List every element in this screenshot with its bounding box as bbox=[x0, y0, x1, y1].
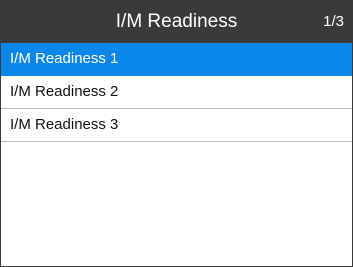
page-title: I/M Readiness bbox=[115, 11, 238, 32]
header-bar: I/M Readiness 1/3 bbox=[1, 1, 352, 43]
list-item-im-readiness-3[interactable]: I/M Readiness 3 bbox=[1, 109, 352, 142]
list-item-label: I/M Readiness 3 bbox=[10, 116, 119, 133]
list-item-label: I/M Readiness 2 bbox=[10, 83, 119, 100]
page-indicator: 1/3 bbox=[323, 13, 344, 30]
list-item-im-readiness-2[interactable]: I/M Readiness 2 bbox=[1, 76, 352, 109]
screen: I/M Readiness 1/3 I/M Readiness 1 I/M Re… bbox=[0, 0, 353, 267]
list-item-label: I/M Readiness 1 bbox=[10, 50, 119, 67]
list-item-im-readiness-1[interactable]: I/M Readiness 1 bbox=[1, 43, 352, 76]
menu-list: I/M Readiness 1 I/M Readiness 2 I/M Read… bbox=[1, 43, 352, 142]
